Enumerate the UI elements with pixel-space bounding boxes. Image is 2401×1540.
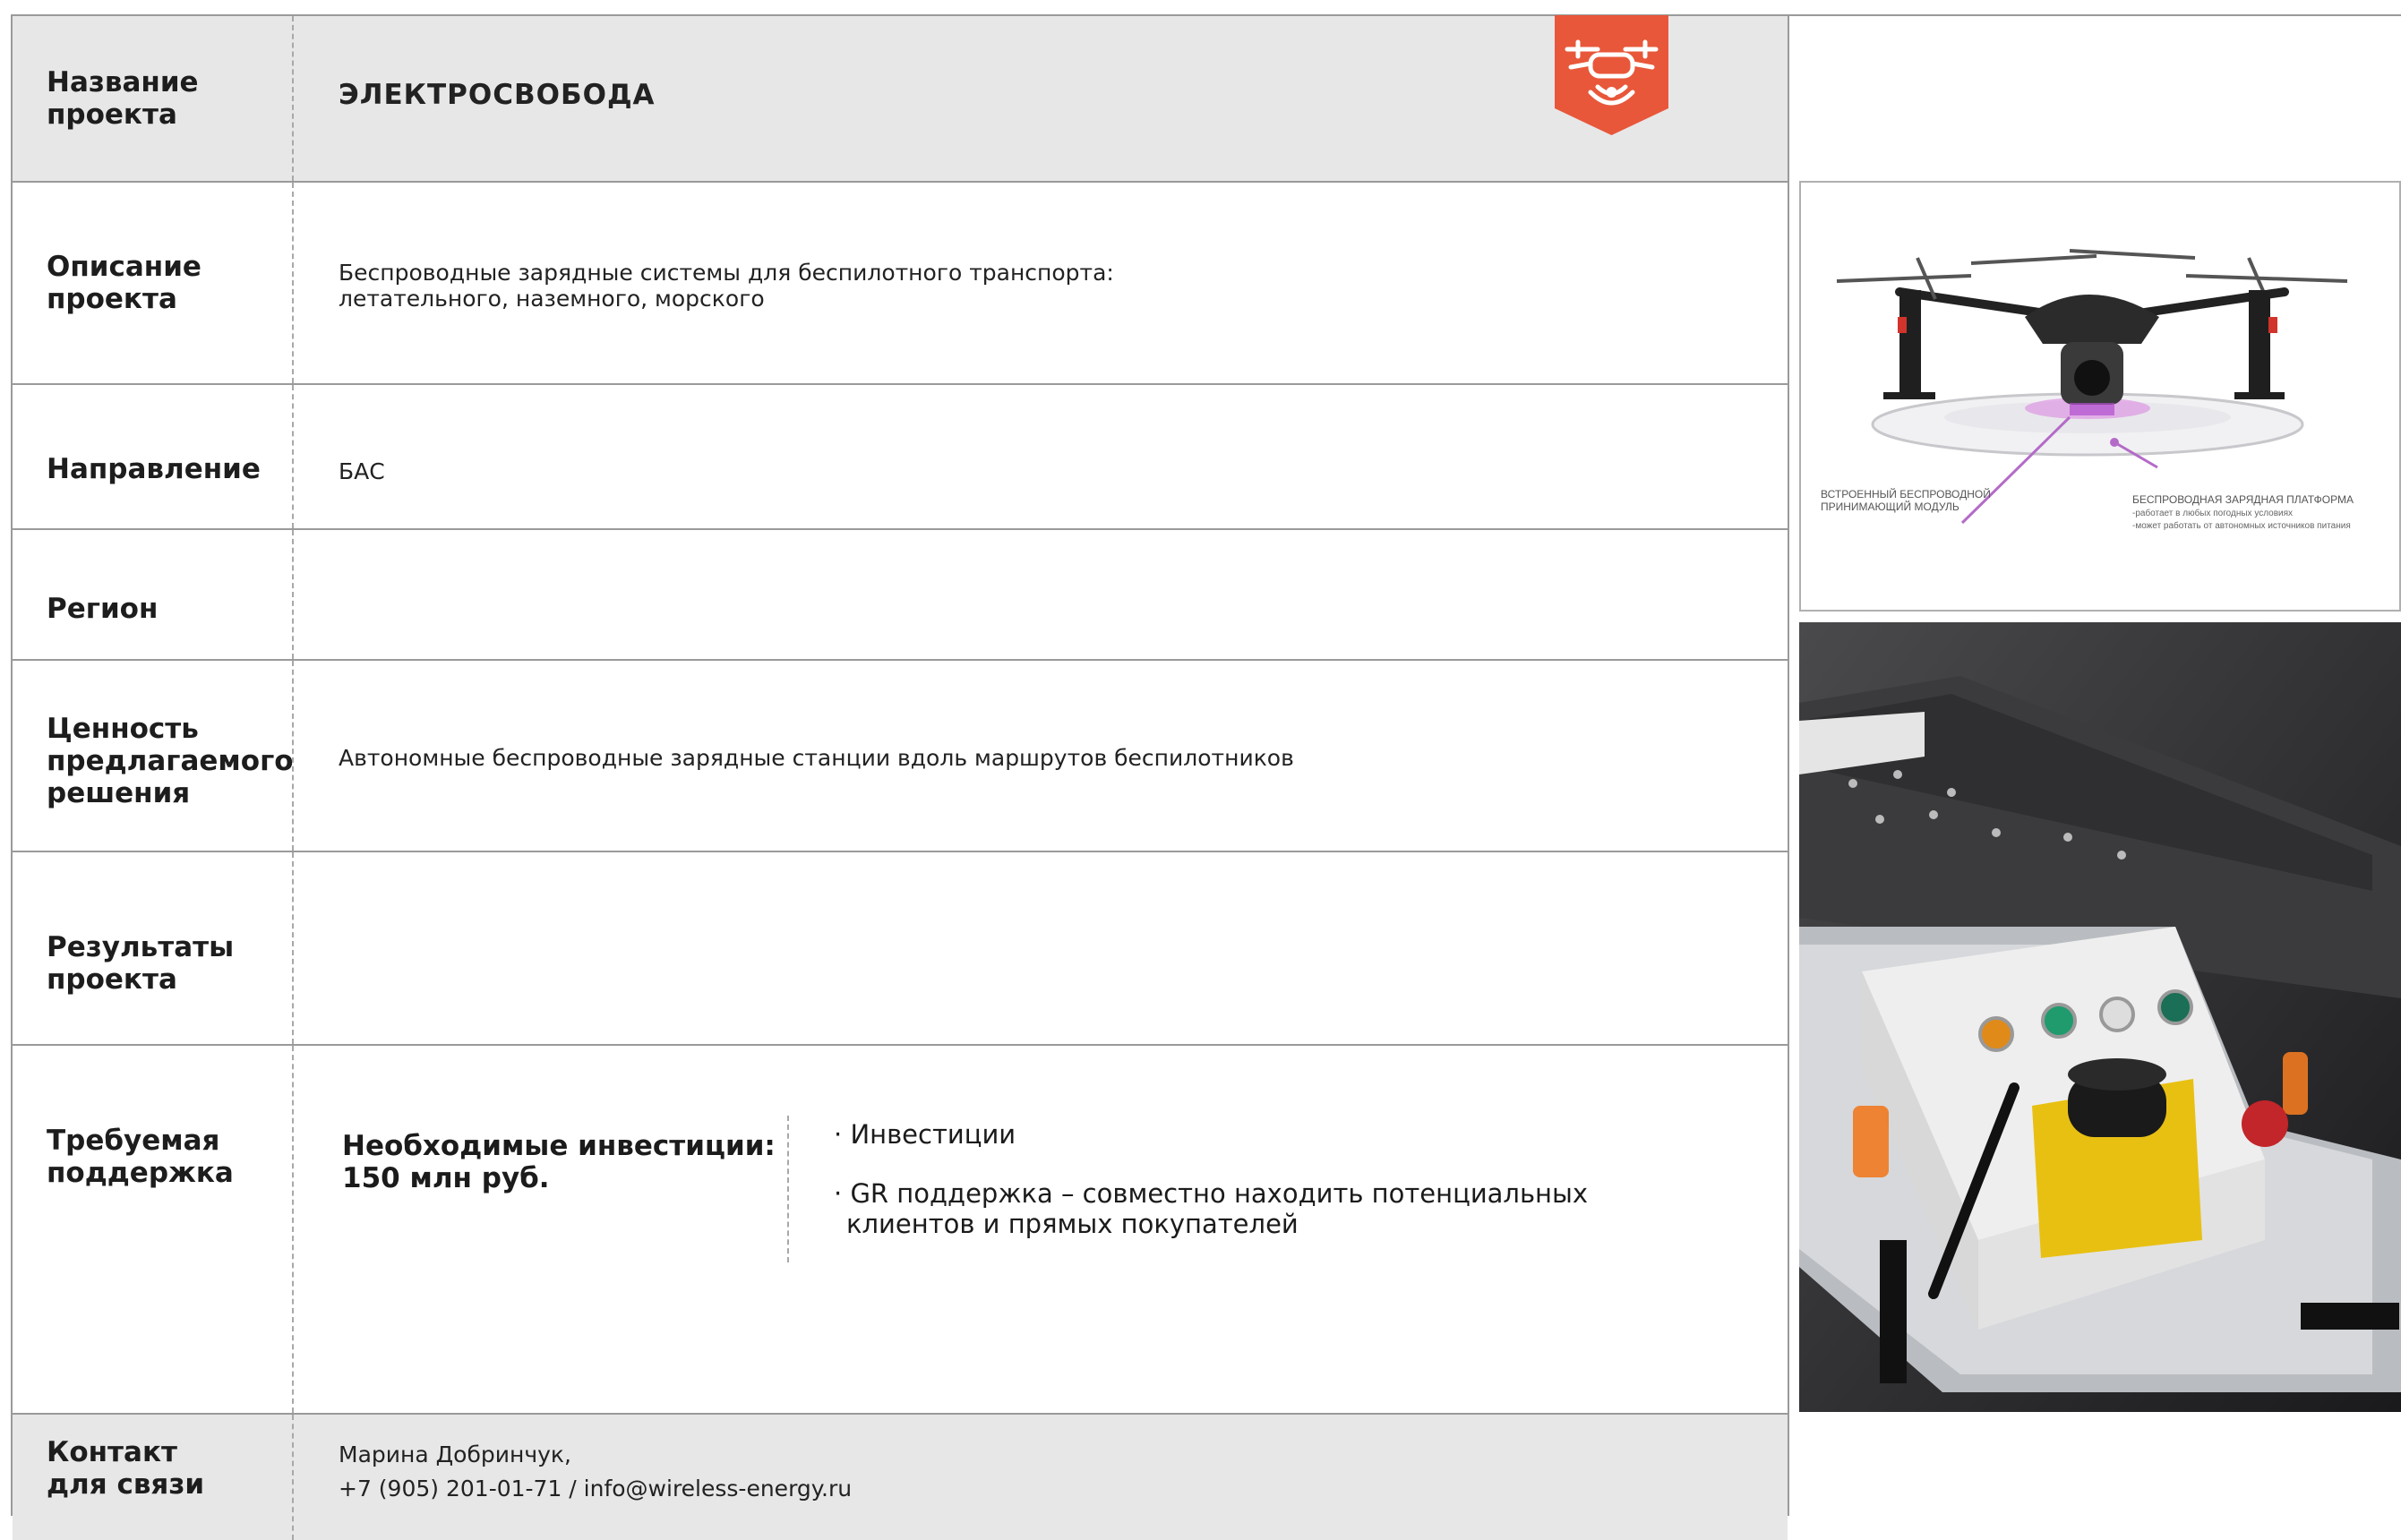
contact-value: Марина Добринчук, +7 (905) 201-01-71 / i… [339,1438,852,1506]
description-value: Беспроводные зарядные системы для беспил… [339,260,1114,312]
description-line-2: летательного, наземного, морского [339,286,765,312]
header-right-border [1789,14,2401,16]
drone-icon [1555,15,1668,135]
row-contact: Контакт для связи Марина Добринчук, +7 (… [13,1415,1788,1540]
label-value-proposition: Ценность предлагаемого решения [47,713,294,809]
label-contact: Контакт для связи [47,1436,297,1501]
contact-label-line-1: Контакт [47,1436,177,1468]
direction-value: БАС [339,458,385,484]
project-table: Название проекта ЭЛЕКТРОСВОБОДА Описание п… [11,14,1789,1540]
drone-caption-left-1: ВСТРОЕННЫЙ БЕСПРОВОДНОЙ [1821,487,1991,500]
investment-line-1: Необходимые инвестиции: [342,1130,776,1162]
row-results: Результаты проекта [13,852,1788,1046]
row-value-proposition: Ценность предлагаемого решения Автономные … [13,661,1788,852]
investment-amount: Необходимые инвестиции: 150 млн руб. [342,1130,776,1194]
investment-line-2: 150 млн руб. [342,1162,550,1194]
row-description: Описание проекта Беспроводные зарядные си… [13,183,1788,385]
row-support: Требуемая поддержка Необходимые инвестици… [13,1046,1788,1415]
label-project-name: Название проекта [47,66,199,131]
column-divider [292,852,294,1044]
column-divider [292,1046,294,1413]
row-region: Регион [13,530,1788,661]
support-item: · GR поддержка – совместно находить поте… [834,1178,1589,1239]
column-divider [292,1415,294,1540]
drone-charging-image: ВСТРОЕННЫЙ БЕСПРОВОДНОЙ ПРИНИМАЮЩИЙ МОДУ… [1799,181,2401,612]
support-divider [787,1116,789,1262]
contact-label-line-2: для связи [47,1468,205,1501]
support-list: · Инвестиции · GR поддержка – совместно … [821,1119,1627,1268]
column-divider [292,16,294,181]
contact-name: Марина Добринчук, [339,1442,571,1467]
column-divider [292,530,294,659]
column-divider [292,183,294,383]
ground-robot-image [1799,622,2401,1412]
drone-caption-left-2: ПРИНИМАЮЩИЙ МОДУЛЬ [1821,500,1959,513]
project-name-value: ЭЛЕКТРОСВОБОДА [339,79,656,111]
description-line-1: Беспроводные зарядные системы для беспил… [339,260,1114,286]
label-description: Описание проекта [47,251,202,315]
column-divider [292,661,294,851]
label-region: Регион [47,593,159,625]
row-direction: Направление БАС [13,385,1788,530]
drone-caption-right-1: БЕСПРОВОДНАЯ ЗАРЯДНАЯ ПЛАТФОРМА [2132,493,2354,506]
contact-details: +7 (905) 201-01-71 / info@wireless-energ… [339,1476,853,1502]
value-proposition-value: Автономные беспроводные зарядные станции… [339,745,1294,771]
support-item: · Инвестиции [834,1119,1016,1150]
row-project-name: Название проекта ЭЛЕКТРОСВОБОДА [13,16,1788,183]
label-direction: Направление [47,453,261,485]
drone-caption-right-3: -может работать от автономных источников… [2132,520,2351,531]
label-support: Требуемая поддержка [47,1125,234,1189]
drone-caption-right-2: -работает в любых погодных условиях [2132,508,2293,518]
column-divider [292,385,294,528]
label-results: Результаты проекта [47,931,235,996]
